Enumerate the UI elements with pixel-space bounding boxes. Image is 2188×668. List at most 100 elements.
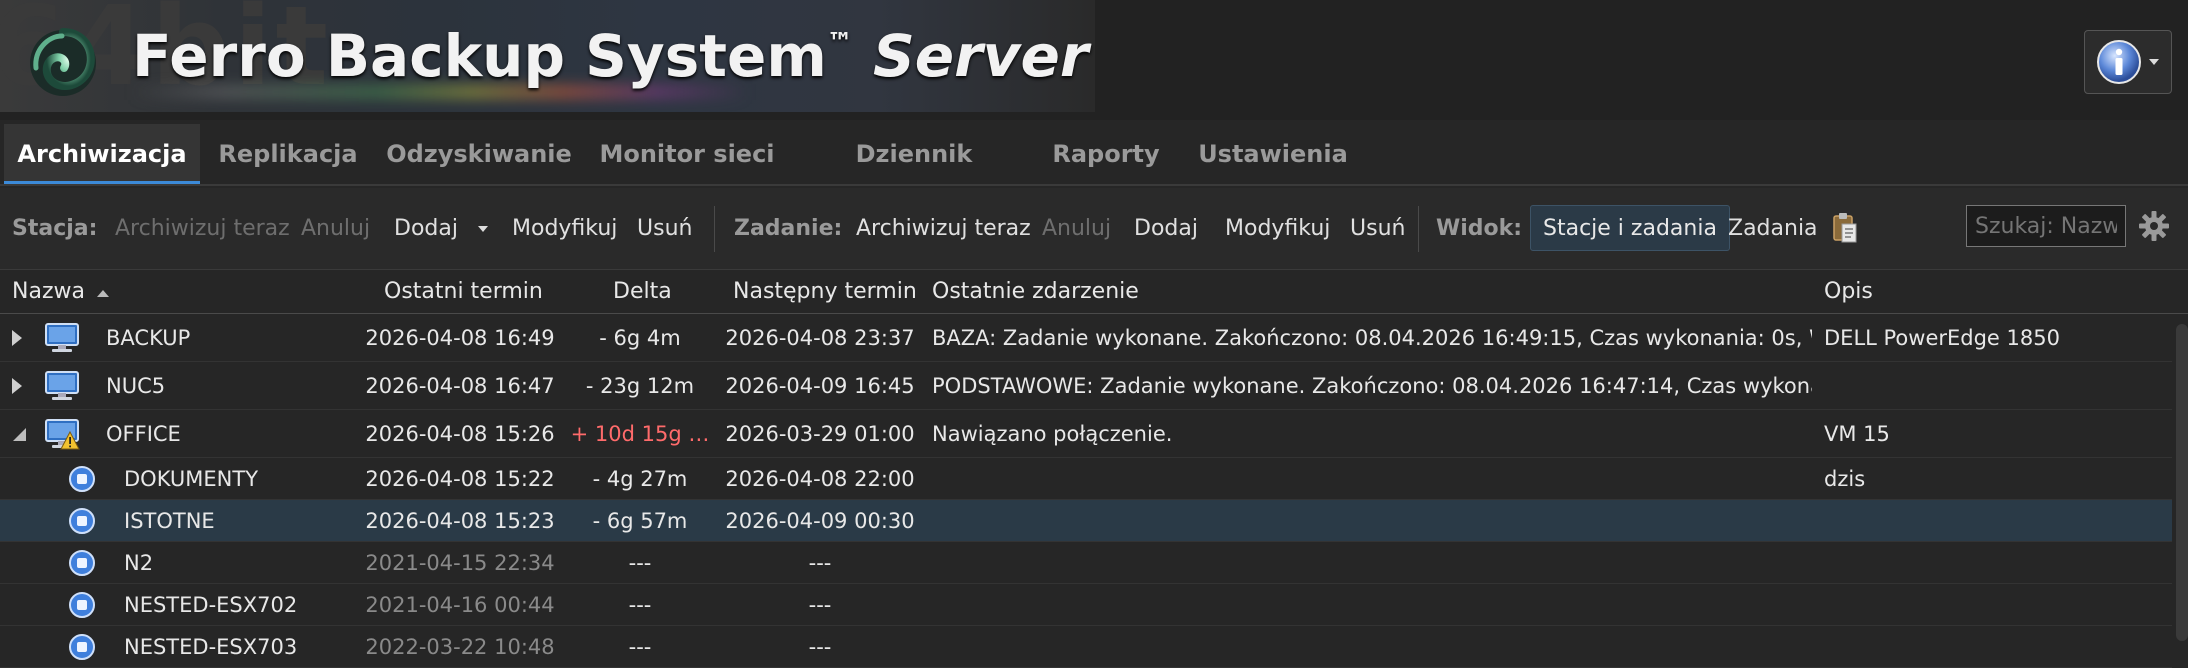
task-archive-now-button[interactable]: Archiwizuj teraz xyxy=(856,188,1031,270)
row-event: PODSTAWOWE: Zadanie wykonane. Zakończono… xyxy=(932,373,1812,398)
view-stations-and-tasks-button[interactable]: Stacje i zadania xyxy=(1530,205,1730,251)
trademark: ™ xyxy=(826,28,853,58)
station-modify-button[interactable]: Modyfikuj xyxy=(512,188,617,270)
table-row[interactable]: OFFICE 2026-04-08 15:26 + 10d 15g … 2026… xyxy=(0,410,2172,458)
column-event-header[interactable]: Ostatnie zdarzenie xyxy=(932,270,1139,314)
clipboard-icon[interactable] xyxy=(1832,212,1858,244)
computer-warning-icon xyxy=(45,418,80,449)
station-add-button[interactable]: Dodaj xyxy=(394,188,489,270)
task-icon xyxy=(69,507,95,534)
tab-monitor-sieci[interactable]: Monitor sieci xyxy=(598,124,776,184)
row-name: ISTOTNE xyxy=(124,508,215,533)
table-header: Nazwa Ostatni termin Delta Następny term… xyxy=(0,270,2188,314)
sort-ascending-icon xyxy=(96,290,109,297)
ferro-logo-icon xyxy=(30,28,96,96)
row-event: BAZA: Zadanie wykonane. Zakończono: 08.0… xyxy=(932,325,1812,350)
row-event: Nawiązano połączenie. xyxy=(932,421,1173,446)
task-icon xyxy=(69,549,95,576)
station-add-label: Dodaj xyxy=(394,216,458,241)
row-delta: - 4g 27m xyxy=(592,466,688,491)
collapse-triangle-icon xyxy=(13,427,26,441)
table-row[interactable]: NESTED-ESX702 2021-04-16 00:44 --- --- xyxy=(0,584,2172,626)
tab-archiwizacja[interactable]: Archiwizacja xyxy=(4,124,200,184)
station-cancel-button[interactable]: Anuluj xyxy=(301,188,370,270)
column-last-header[interactable]: Ostatni termin xyxy=(384,270,543,314)
column-name-header[interactable]: Nazwa xyxy=(12,270,110,314)
column-name-label: Nazwa xyxy=(12,279,85,304)
info-menu-button[interactable] xyxy=(2084,30,2172,94)
tab-dziennik-zdarzen[interactable]: Dziennik zdarzeń xyxy=(800,124,1028,228)
row-delta: --- xyxy=(628,550,652,575)
row-next: 2026-03-29 01:00 xyxy=(725,421,915,446)
row-last: 2026-04-08 16:49 xyxy=(365,325,555,350)
tab-raporty[interactable]: Raporty xyxy=(1050,124,1162,184)
row-event xyxy=(932,584,1812,625)
task-cancel-button[interactable]: Anuluj xyxy=(1042,188,1111,270)
tab-replikacja[interactable]: Replikacja xyxy=(210,124,366,184)
expand-toggle[interactable] xyxy=(10,362,30,409)
station-archive-now-button[interactable]: Archiwizuj teraz xyxy=(115,188,290,270)
task-add-button[interactable]: Dodaj xyxy=(1134,188,1198,270)
task-modify-button[interactable]: Modyfikuj xyxy=(1225,188,1330,270)
row-desc xyxy=(1824,584,2164,625)
station-label: Stacja: xyxy=(12,216,98,241)
search-input[interactable] xyxy=(1966,205,2126,247)
row-last: 2026-04-08 15:22 xyxy=(365,466,555,491)
table-row[interactable]: DOKUMENTY 2026-04-08 15:22 - 4g 27m 2026… xyxy=(0,458,2172,500)
row-name: DOKUMENTY xyxy=(124,466,259,491)
row-next: 2026-04-09 16:45 xyxy=(725,373,915,398)
station-icon-cell xyxy=(44,362,84,409)
row-next: 2026-04-08 22:00 xyxy=(725,466,915,491)
task-delete-button[interactable]: Usuń xyxy=(1350,188,1405,270)
chevron-down-icon xyxy=(477,226,488,232)
station-icon-cell xyxy=(44,410,84,457)
toolbar-separator xyxy=(1418,206,1419,252)
row-name: NUC5 xyxy=(106,373,166,398)
chevron-down-icon xyxy=(2149,59,2159,65)
view-label: Widok: xyxy=(1436,216,1523,241)
task-icon-cell xyxy=(68,626,100,667)
view-tasks-button[interactable]: Zadania xyxy=(1728,188,1818,270)
tab-ustawienia[interactable]: Ustawienia xyxy=(1190,124,1356,184)
row-desc: dzis xyxy=(1824,466,1866,491)
row-last: 2021-04-15 22:34 xyxy=(365,550,555,575)
row-next: 2026-04-08 23:37 xyxy=(725,325,915,350)
info-icon xyxy=(2097,40,2141,84)
row-name: NESTED-ESX702 xyxy=(124,592,298,617)
row-desc xyxy=(1824,542,2164,583)
table-row-selected[interactable]: ISTOTNE 2026-04-08 15:23 - 6g 57m 2026-0… xyxy=(0,500,2172,542)
row-event xyxy=(932,500,1812,541)
app-header: 64bit Ferro Backup System™ Server xyxy=(0,0,2188,120)
gear-icon[interactable] xyxy=(2138,210,2170,242)
column-next-header[interactable]: Następny termin xyxy=(733,270,917,314)
table-row[interactable]: NESTED-ESX703 2022-03-22 10:48 --- --- xyxy=(0,626,2172,668)
vertical-scrollbar[interactable] xyxy=(2176,324,2188,641)
row-next: --- xyxy=(808,592,832,617)
column-delta-header[interactable]: Delta xyxy=(613,270,672,314)
row-delta: - 6g 4m xyxy=(599,325,681,350)
app-title: Ferro Backup System™ Server xyxy=(132,22,1088,90)
task-icon-cell xyxy=(68,584,100,625)
row-last: 2026-04-08 16:47 xyxy=(365,373,555,398)
row-name: NESTED-ESX703 xyxy=(124,634,298,659)
row-last: 2021-04-16 00:44 xyxy=(365,592,555,617)
tab-odzyskiwanie[interactable]: Odzyskiwanie xyxy=(386,124,572,184)
row-event xyxy=(932,542,1812,583)
table-row[interactable]: N2 2021-04-15 22:34 --- --- xyxy=(0,542,2172,584)
expand-toggle[interactable] xyxy=(10,314,30,361)
row-delta: --- xyxy=(628,634,652,659)
computer-icon xyxy=(45,370,79,400)
table-row[interactable]: BACKUP 2026-04-08 16:49 - 6g 4m 2026-04-… xyxy=(0,314,2172,362)
station-delete-button[interactable]: Usuń xyxy=(637,188,692,270)
expand-toggle[interactable] xyxy=(10,410,30,457)
row-next: --- xyxy=(808,634,832,659)
column-desc-header[interactable]: Opis xyxy=(1824,270,1873,314)
toolbar-separator xyxy=(714,206,715,252)
table-row[interactable]: NUC5 2026-04-08 16:47 - 23g 12m 2026-04-… xyxy=(0,362,2172,410)
row-last: 2026-04-08 15:26 xyxy=(365,421,555,446)
main-tabs: Archiwizacja Replikacja Odzyskiwanie Mon… xyxy=(0,120,2188,228)
title-main: Ferro Backup System xyxy=(132,22,827,90)
row-desc xyxy=(1824,626,2164,667)
task-icon-cell xyxy=(68,542,100,583)
banner: 64bit Ferro Backup System™ Server xyxy=(0,0,1095,112)
